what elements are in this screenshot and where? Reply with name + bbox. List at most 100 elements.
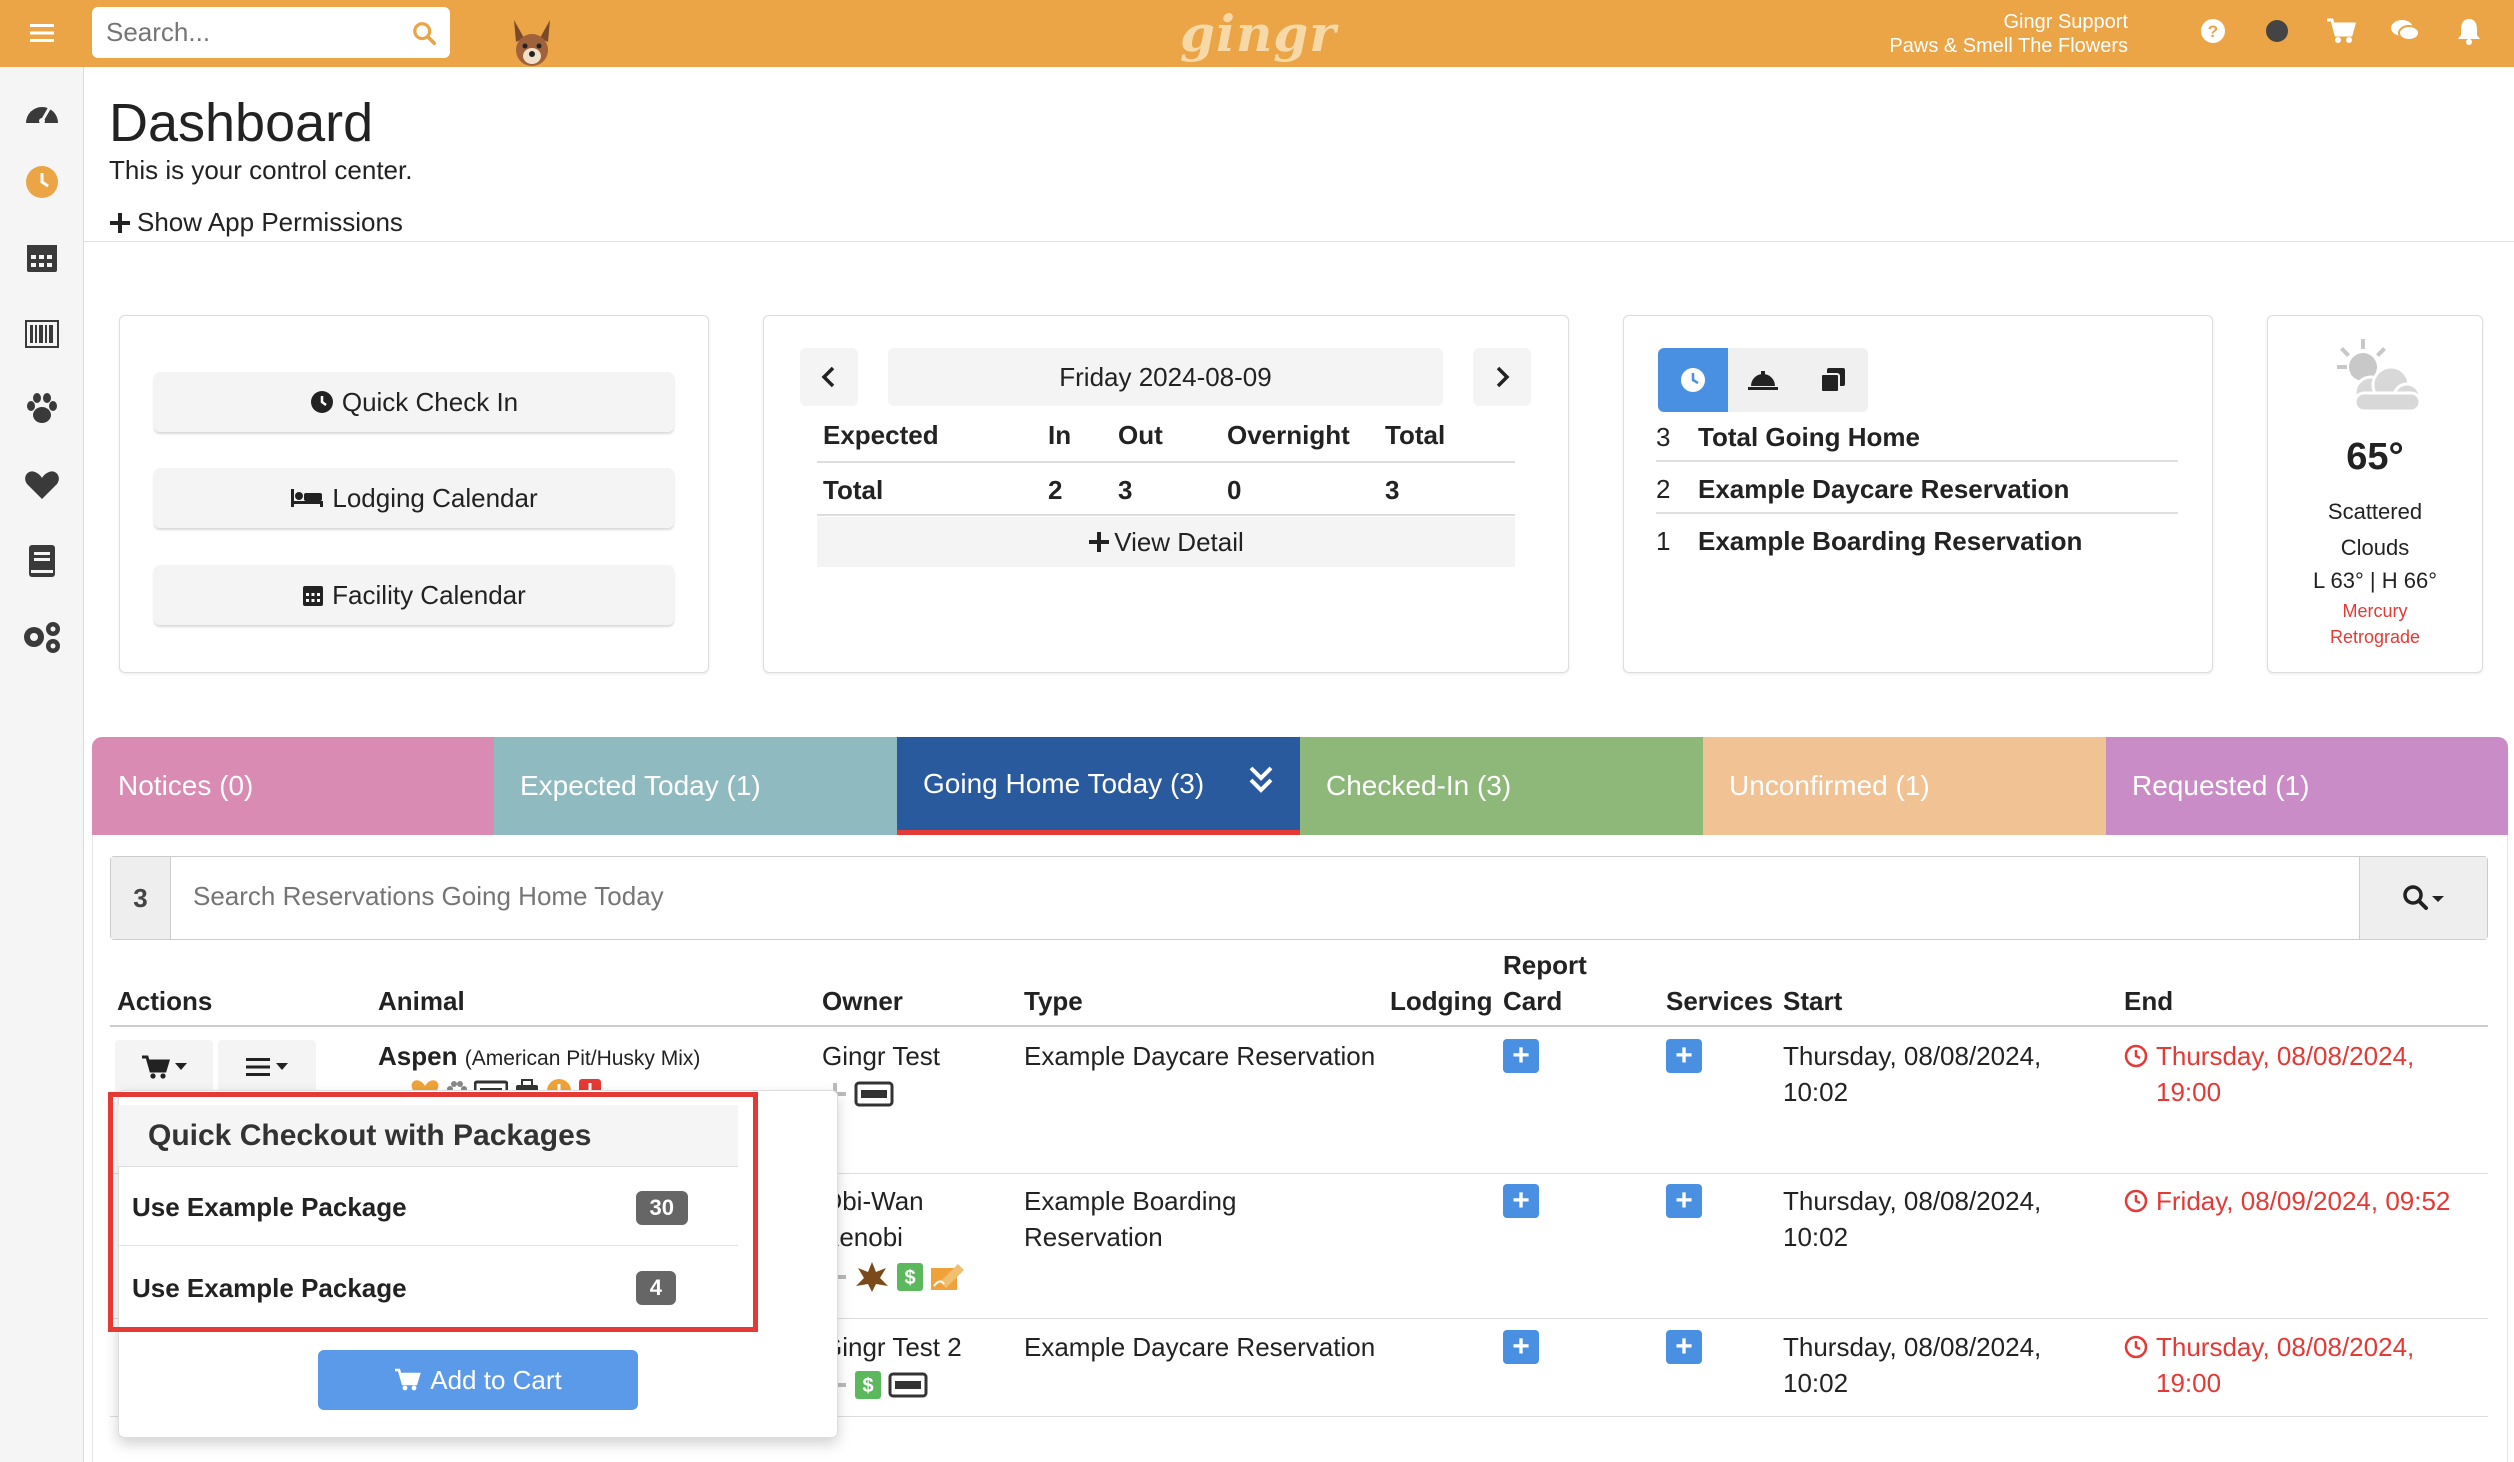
row-menu-button[interactable] <box>218 1040 316 1094</box>
reservation-search-button[interactable] <box>2359 857 2487 939</box>
owner-name[interactable]: Gingr Test <box>822 1038 940 1074</box>
header-report[interactable]: Report <box>1503 950 1587 981</box>
going-home-total-label: Total Going Home <box>1698 422 1920 452</box>
chat-icon[interactable] <box>2390 16 2420 46</box>
weather-widget <box>2268 315 2482 428</box>
top-bar: gingr Gingr Support Paws & Smell The Flo… <box>0 0 2514 67</box>
tab-requested-label: Requested (1) <box>2132 770 2310 801</box>
add-report-card-button[interactable]: + <box>1503 1039 1539 1073</box>
reservation-type: Example Boarding Reservation <box>1024 1183 1236 1255</box>
settings-gears-icon[interactable] <box>20 615 64 659</box>
weather-alert: Mercury Retrograde <box>2268 598 2482 650</box>
user-info[interactable]: Gingr Support Paws & Smell The Flowers <box>1889 10 2128 58</box>
header-owner[interactable]: Owner <box>822 986 903 1017</box>
dashboard-gauge-icon[interactable] <box>20 89 64 133</box>
previous-day-button[interactable] <box>800 348 858 406</box>
weather-description: Scattered Clouds <box>2268 494 2482 566</box>
tab-expected-today[interactable]: Expected Today (1) <box>494 737 897 835</box>
header-card[interactable]: Card <box>1503 986 1562 1017</box>
search-dropdown-icon <box>2402 885 2444 910</box>
view-detail-button[interactable]: View Detail <box>817 517 1515 567</box>
reservation-type: Example Daycare Reservation <box>1024 1041 1376 1071</box>
summary-date[interactable]: Friday 2024-08-09 <box>888 348 1443 406</box>
help-icon[interactable]: ? <box>2198 16 2228 46</box>
tab-requested[interactable]: Requested (1) <box>2106 737 2508 835</box>
search-icon[interactable] <box>412 20 436 46</box>
summary-divider-2 <box>817 514 1515 516</box>
menu-icon[interactable] <box>18 11 66 55</box>
checkout-cart-button[interactable] <box>115 1040 213 1094</box>
show-app-permissions-link[interactable]: Show App Permissions <box>109 207 403 238</box>
clock-icon[interactable] <box>20 160 64 204</box>
add-report-card-button[interactable]: + <box>1503 1184 1539 1218</box>
tab-checked-in[interactable]: Checked-In (3) <box>1300 737 1703 835</box>
paw-icon[interactable] <box>20 387 64 431</box>
add-report-card-button[interactable]: + <box>1503 1330 1539 1364</box>
svg-text:$: $ <box>862 1375 873 1397</box>
next-day-button[interactable] <box>1473 348 1531 406</box>
global-search-input[interactable] <box>106 17 412 48</box>
start-date-line2: 10:02 <box>1783 1222 1849 1252</box>
quick-check-in-button[interactable]: Quick Check In <box>154 372 674 432</box>
start-date: Thursday, 08/08/2024, 10:02 <box>1783 1329 2041 1401</box>
cart-icon[interactable] <box>2326 16 2356 46</box>
tab-notices[interactable]: Notices (0) <box>92 737 494 835</box>
clock-alert-icon <box>2124 1335 2148 1359</box>
global-search[interactable] <box>92 7 450 58</box>
gingr-logo[interactable]: gingr <box>1180 4 1337 63</box>
reservation-search-input[interactable] <box>193 881 2093 912</box>
dollar-icon: $ <box>855 1371 881 1399</box>
going-home-divider <box>1656 460 2178 462</box>
header-services[interactable]: Services <box>1666 986 1773 1017</box>
add-services-button[interactable]: + <box>1666 1330 1702 1364</box>
header-type[interactable]: Type <box>1024 986 1083 1017</box>
start-date: Thursday, 08/08/2024, 10:02 <box>1783 1038 2041 1110</box>
start-date-line2: 10:02 <box>1783 1077 1849 1107</box>
calendar-icon[interactable] <box>20 235 64 279</box>
copy-icon <box>1820 368 1845 393</box>
going-home-total-row[interactable]: 3 Total Going Home <box>1656 422 2178 453</box>
reservation-type: Example Daycare Reservation <box>1024 1332 1376 1362</box>
signature-icon <box>931 1264 964 1290</box>
going-home-daycare-row[interactable]: 2 Example Daycare Reservation <box>1656 474 2178 505</box>
clock-view-toggle[interactable] <box>1658 348 1728 412</box>
page-subtitle: This is your control center. <box>109 155 413 185</box>
add-to-cart-button[interactable]: Add to Cart <box>318 1350 638 1410</box>
header-start[interactable]: Start <box>1783 986 1842 1017</box>
add-services-button[interactable]: + <box>1666 1184 1702 1218</box>
tab-unconfirmed[interactable]: Unconfirmed (1) <box>1703 737 2106 835</box>
book-icon[interactable] <box>20 539 64 583</box>
caret-down-icon <box>276 1063 288 1070</box>
animal-name[interactable]: Aspen <box>378 1041 457 1071</box>
lodging-calendar-button[interactable]: Lodging Calendar <box>154 468 674 528</box>
tab-going-home-today[interactable]: Going Home Today (3) <box>897 737 1300 835</box>
sidebar <box>0 67 84 1462</box>
facility-calendar-button[interactable]: Facility Calendar <box>154 565 674 625</box>
header-lodging[interactable]: Lodging <box>1390 986 1493 1017</box>
header-actions[interactable]: Actions <box>117 986 212 1017</box>
going-home-boarding-row[interactable]: 1 Example Boarding Reservation <box>1656 526 2178 557</box>
owner-name[interactable]: Gingr Test 2 <box>822 1329 962 1365</box>
header-end[interactable]: End <box>2124 986 2173 1017</box>
copy-view-toggle[interactable] <box>1798 348 1868 412</box>
clock-alert-icon <box>2124 1044 2148 1068</box>
chevron-right-icon <box>1496 366 1510 388</box>
facility-calendar-label: Facility Calendar <box>332 579 526 610</box>
service-bell-toggle[interactable] <box>1728 348 1798 412</box>
heart-icon[interactable] <box>20 463 64 507</box>
header-divider-line <box>110 1025 2488 1027</box>
double-chevron-down-icon[interactable] <box>1248 765 1274 795</box>
add-services-button[interactable]: + <box>1666 1039 1702 1073</box>
bed-icon <box>291 489 324 507</box>
bell-icon[interactable] <box>2454 16 2484 46</box>
summary-header-total: Total <box>1385 420 1446 450</box>
status-dot-icon[interactable] <box>2262 16 2292 46</box>
header-animal[interactable]: Animal <box>378 986 465 1017</box>
animal-name-cell[interactable]: Aspen (American Pit/Husky Mix) <box>378 1038 700 1077</box>
owner-icons-row: $ <box>822 1260 966 1294</box>
chevron-left-icon <box>821 366 835 388</box>
weather-description-line2: Clouds <box>2340 535 2410 560</box>
barcode-icon[interactable] <box>20 312 64 356</box>
svg-text:$: $ <box>904 1267 915 1289</box>
start-date-line1: Thursday, 08/08/2024, <box>1783 1041 2042 1071</box>
